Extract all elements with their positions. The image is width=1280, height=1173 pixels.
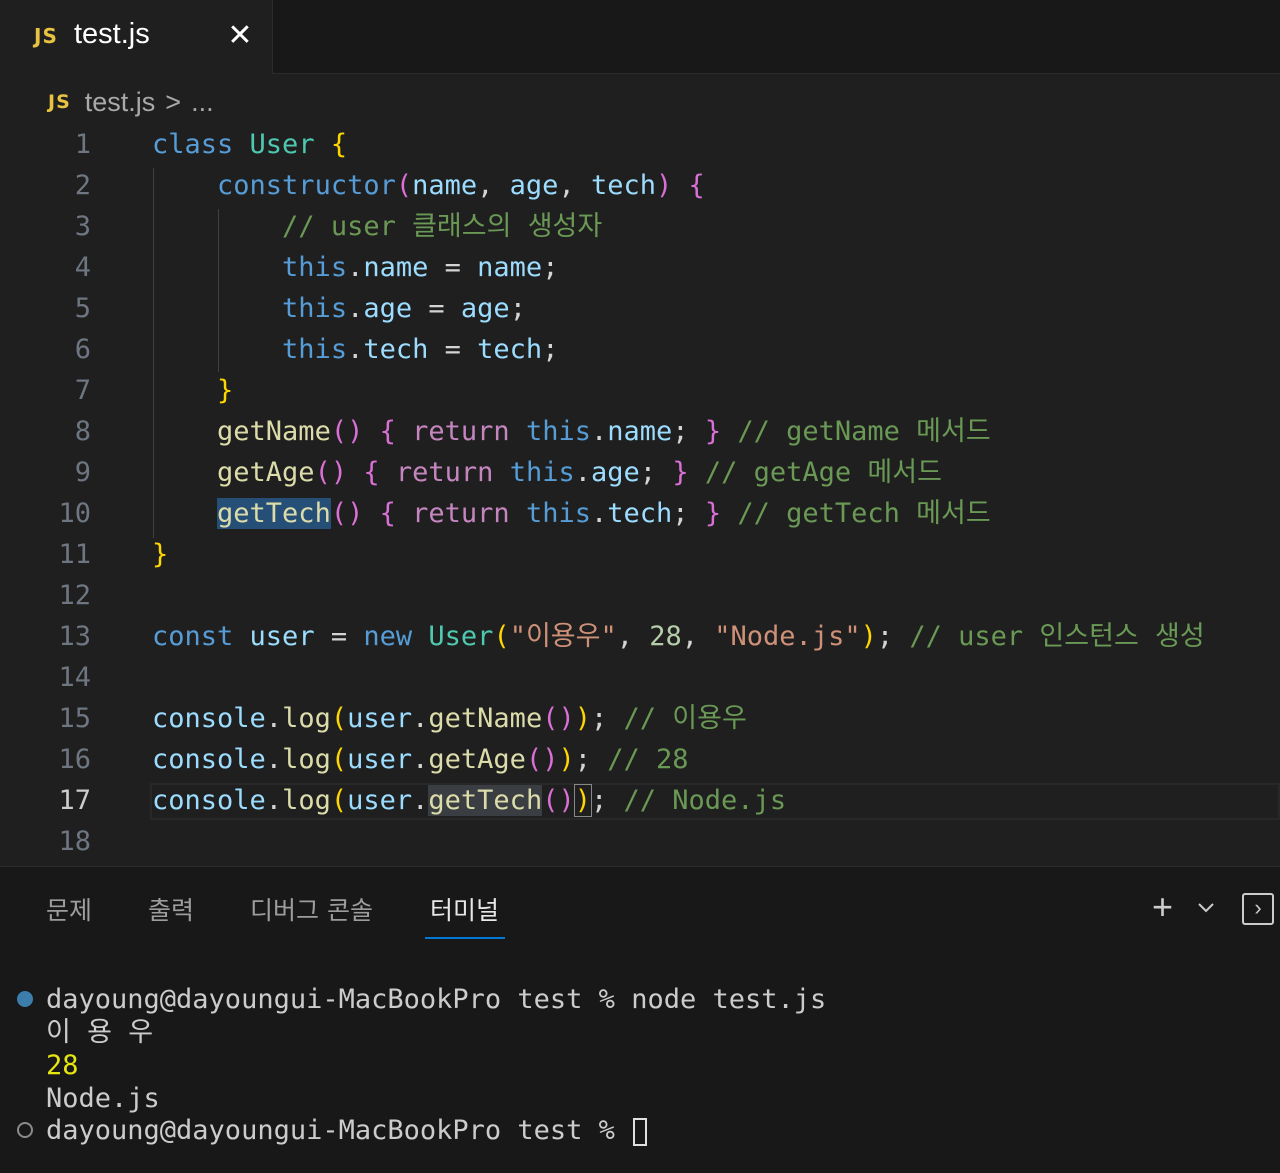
- code-line[interactable]: 8 getName() { return this.name; } // get…: [0, 411, 1280, 452]
- terminal-prompt[interactable]: dayoung@dayoungui-MacBookPro test %: [46, 1114, 648, 1147]
- line-number: 3: [74, 211, 91, 242]
- command-pending-icon: [17, 1122, 33, 1138]
- tab-debug-console[interactable]: 디버그 콘솔: [250, 891, 373, 927]
- line-number: 7: [74, 375, 91, 406]
- code-text: console.log(user.getName()); // 이용우: [152, 703, 747, 734]
- line-number: 1: [74, 129, 91, 160]
- line-number: 6: [74, 334, 91, 365]
- terminal-prompt-text: dayoung@dayoungui-MacBookPro test %: [46, 1115, 632, 1146]
- close-icon[interactable]: ✕: [226, 20, 254, 52]
- code-text: console.log(user.getAge()); // 28: [152, 744, 689, 775]
- editor-tab-bar: JS test.js ✕: [0, 0, 1280, 74]
- line-number: 10: [58, 498, 91, 529]
- code-line[interactable]: 11}: [0, 534, 1280, 575]
- code-line[interactable]: 4 this.name = name;: [0, 247, 1280, 288]
- code-line[interactable]: 16 console.log(user.getAge()); // 28: [0, 739, 1280, 780]
- line-number: 9: [74, 457, 91, 488]
- tab-test-js[interactable]: JS test.js ✕: [0, 0, 273, 74]
- new-terminal-button[interactable]: +: [1152, 889, 1173, 925]
- code-line[interactable]: 1 class User {: [0, 124, 1280, 165]
- code-line[interactable]: 14: [0, 657, 1280, 698]
- breadcrumb-file[interactable]: test.js: [85, 87, 156, 118]
- code-line[interactable]: 3 // user 클래스의 생성자: [0, 206, 1280, 247]
- terminal-line: 이 용 우: [46, 1017, 154, 1048]
- line-number: 15: [58, 703, 91, 734]
- line-number: 4: [74, 252, 91, 283]
- code-text: }: [152, 539, 169, 570]
- command-success-icon[interactable]: [17, 991, 33, 1007]
- code-line[interactable]: 13 const user = new User("이용우", 28, "Node…: [0, 616, 1280, 657]
- code-line[interactable]: 6 this.tech = tech;: [0, 329, 1280, 370]
- javascript-file-icon: JS: [34, 24, 58, 48]
- line-number: 14: [58, 662, 91, 693]
- code-line[interactable]: 7 }: [0, 370, 1280, 411]
- code-text: // user 클래스의 생성자: [282, 211, 603, 242]
- line-number: 17: [58, 785, 91, 816]
- code-editor[interactable]: 1 class User { 2 constructor(name, age, te…: [0, 124, 1280, 864]
- code-line[interactable]: 12: [0, 575, 1280, 616]
- code-text: const user = new User("이용우", 28, "Node.j…: [152, 621, 1205, 652]
- terminal-line: dayoung@dayoungui-MacBookPro test % node…: [46, 984, 827, 1015]
- tab-terminal[interactable]: 터미널: [430, 891, 499, 927]
- tab-label: test.js: [74, 18, 150, 50]
- bottom-panel: 문제 출력 디버그 콘솔 터미널 + › dayoung@dayoungui-M…: [0, 866, 1280, 1173]
- code-text: this.tech = tech;: [282, 334, 559, 365]
- code-text: class User {: [152, 129, 348, 160]
- tab-problems[interactable]: 문제: [46, 891, 92, 927]
- javascript-file-icon: JS: [48, 91, 71, 113]
- active-tab-indicator: [425, 937, 505, 939]
- breadcrumb-symbols[interactable]: ...: [191, 87, 214, 118]
- code-text: getTech() { return this.tech; } // getTe…: [217, 498, 991, 529]
- code-text: getAge() { return this.age; } // getAge …: [217, 457, 942, 488]
- panel-maximize-icon[interactable]: ›: [1242, 893, 1274, 925]
- code-line[interactable]: 10 getTech() { return this.tech; } // ge…: [0, 493, 1280, 534]
- chevron-down-icon[interactable]: [1196, 897, 1216, 917]
- terminal-cursor: [633, 1117, 648, 1146]
- code-text: getName() { return this.name; } // getNa…: [217, 416, 991, 447]
- code-text: console.log(user.getTech()); // Node.js: [152, 784, 787, 817]
- panel-tabs: 문제 출력 디버그 콘솔 터미널: [0, 867, 900, 941]
- line-number: 2: [74, 170, 91, 201]
- terminal-line: 28: [46, 1050, 79, 1081]
- code-line[interactable]: 9 getAge() { return this.age; } // getAg…: [0, 452, 1280, 493]
- line-number: 12: [58, 580, 91, 611]
- code-line[interactable]: 17 console.log(user.getTech()); // Node.j…: [0, 780, 1280, 821]
- tab-output[interactable]: 출력: [148, 891, 194, 927]
- line-number: 5: [74, 293, 91, 324]
- code-text: }: [217, 375, 234, 406]
- code-text: this.name = name;: [282, 252, 559, 283]
- code-line[interactable]: 5 this.age = age;: [0, 288, 1280, 329]
- code-line[interactable]: 18: [0, 821, 1280, 862]
- terminal-line: Node.js: [46, 1083, 160, 1114]
- line-number: 11: [58, 539, 91, 570]
- code-line[interactable]: 2 constructor(name, age, tech) {: [0, 165, 1280, 206]
- code-text: this.age = age;: [282, 293, 526, 324]
- line-number: 8: [74, 416, 91, 447]
- line-number: 16: [58, 744, 91, 775]
- line-number: 13: [58, 621, 91, 652]
- breadcrumb: JS test.js > ...: [48, 84, 214, 120]
- code-line[interactable]: 15 console.log(user.getName()); // 이용우: [0, 698, 1280, 739]
- breadcrumb-separator: >: [165, 86, 182, 117]
- line-number: 18: [58, 826, 91, 857]
- code-text: constructor(name, age, tech) {: [217, 170, 705, 201]
